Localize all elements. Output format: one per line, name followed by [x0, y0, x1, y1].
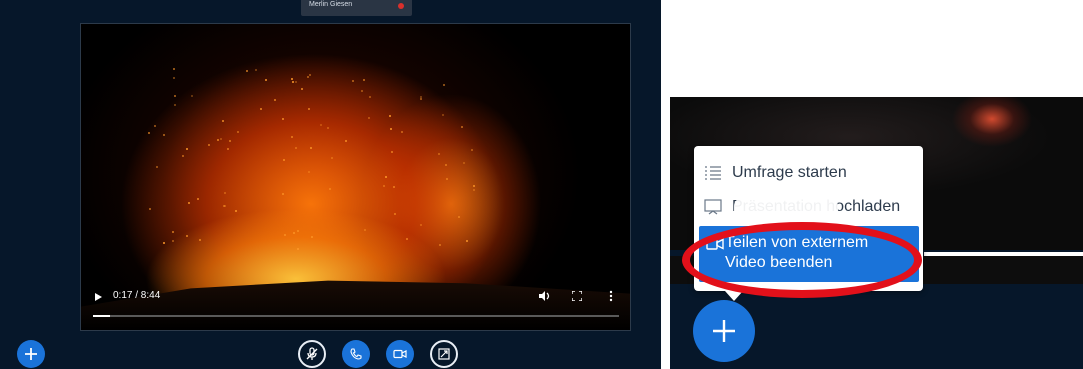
- audio-phone-button[interactable]: [342, 340, 370, 368]
- lava-spark: [148, 207, 151, 210]
- lava-spark: [392, 185, 395, 188]
- lava-spark: [281, 118, 284, 121]
- presentation-icon: [704, 199, 722, 215]
- more-options-icon[interactable]: [609, 290, 613, 302]
- screenshot-root: Merlin Giesen 0:17 / 8:44 Umfrage starte…: [0, 0, 1083, 369]
- lava-spark: [310, 236, 313, 239]
- share-screen-button[interactable]: [430, 340, 458, 368]
- lava-spark: [384, 175, 387, 178]
- lava-spark: [291, 80, 294, 83]
- menu-item-start-poll[interactable]: Umfrage starten: [694, 158, 923, 188]
- lava-spark: [320, 123, 323, 126]
- lava-spark: [462, 161, 465, 164]
- lava-spark: [330, 156, 333, 159]
- microphone-muted-icon: [306, 347, 318, 360]
- poll-list-icon: [705, 166, 721, 180]
- lava-spark: [401, 130, 404, 133]
- fullscreen-icon[interactable]: [572, 291, 582, 301]
- lava-spark: [296, 229, 299, 232]
- lava-spark: [219, 138, 222, 141]
- recording-dot-icon: [398, 3, 404, 9]
- mute-microphone-button[interactable]: [298, 340, 326, 368]
- lava-spark: [294, 81, 297, 84]
- lava-spark: [307, 170, 310, 173]
- lava-spark: [389, 128, 392, 131]
- lava-spark: [181, 154, 184, 157]
- lava-spark: [326, 126, 329, 129]
- lava-spark: [419, 97, 422, 100]
- lava-spark: [292, 231, 295, 234]
- lava-spark: [223, 191, 226, 194]
- lava-spark: [362, 78, 365, 81]
- video-progress-fill: [93, 315, 111, 317]
- lava-spark: [198, 238, 201, 241]
- lava-spark: [461, 125, 464, 128]
- menu-item-stop-external-video[interactable]: Teilen von externem Video beenden: [699, 226, 919, 282]
- video-progress-track[interactable]: [93, 315, 619, 317]
- actions-menu: Umfrage starten Präsentation hochladen T…: [694, 146, 923, 291]
- actions-plus-button-large[interactable]: [693, 300, 755, 362]
- external-video-player[interactable]: 0:17 / 8:44: [80, 23, 631, 331]
- lava-spark: [171, 230, 174, 233]
- volume-icon[interactable]: [539, 291, 551, 301]
- lava-spark: [283, 233, 286, 236]
- lava-spark: [465, 240, 468, 243]
- share-webcam-button[interactable]: [386, 340, 414, 368]
- actions-plus-button[interactable]: [17, 340, 45, 368]
- lava-spark: [155, 165, 158, 168]
- lava-spark: [300, 87, 303, 90]
- phone-icon: [350, 348, 362, 360]
- lava-spark: [309, 73, 312, 76]
- lava-spark: [393, 212, 396, 215]
- presenter-name: Merlin Giesen: [309, 1, 353, 8]
- lava-spark: [405, 237, 408, 240]
- lava-spark: [217, 138, 219, 141]
- lava-spark: [264, 78, 267, 81]
- presenter-thumbnail[interactable]: Merlin Giesen: [301, 0, 412, 16]
- lava-spark: [185, 234, 188, 237]
- meeting-view-right-zoomed: Umfrage starten Präsentation hochladen T…: [670, 97, 1083, 369]
- lava-spark: [291, 135, 294, 138]
- lava-spark: [438, 244, 441, 247]
- lava-spark: [259, 108, 262, 111]
- lava-spark: [235, 209, 238, 212]
- meeting-view-left: Merlin Giesen 0:17 / 8:44: [0, 0, 661, 369]
- lava-spark: [226, 148, 229, 151]
- lava-spark: [445, 177, 448, 180]
- menu-item-label: Teilen von externem Video beenden: [725, 234, 869, 271]
- lava-spark: [472, 184, 475, 187]
- lava-spark: [443, 83, 446, 86]
- screen-share-icon: [438, 348, 450, 360]
- lava-spark: [283, 158, 286, 161]
- video-camera-icon: [706, 238, 724, 250]
- lava-spark: [172, 67, 175, 70]
- menu-item-label: Umfrage starten: [732, 164, 847, 181]
- play-icon[interactable]: [95, 293, 102, 301]
- lava-spark: [390, 150, 393, 153]
- label-occlusion: [734, 198, 838, 220]
- plus-icon: [25, 348, 37, 360]
- lava-spark: [222, 204, 225, 207]
- plus-icon: [713, 320, 735, 342]
- video-camera-icon: [393, 349, 407, 359]
- video-time: 0:17 / 8:44: [113, 290, 161, 301]
